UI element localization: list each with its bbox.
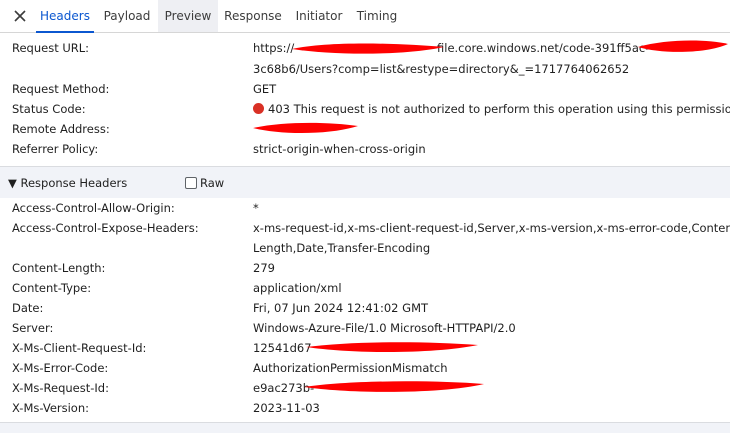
response-headers-section-bar: ▼ Response Headers Raw <box>0 166 730 198</box>
header-value-error-code: AuthorizationPermissionMismatch <box>253 361 448 375</box>
status-code-value: 403 This request is not authorized to pe… <box>253 102 730 116</box>
header-value-version: 2023-11-03 <box>253 401 320 415</box>
tab-timing[interactable]: Timing <box>352 0 402 32</box>
status-code-label: Status Code: <box>12 102 86 116</box>
header-name-aceh: Access-Control-Expose-Headers: <box>12 221 199 235</box>
redaction-mark <box>638 40 728 52</box>
referrer-policy-value: strict-origin-when-cross-origin <box>253 142 426 156</box>
header-name-server: Server: <box>12 321 54 335</box>
header-name-request-id: X-Ms-Request-Id: <box>12 381 109 395</box>
close-button[interactable] <box>10 6 30 26</box>
request-method-label: Request Method: <box>12 82 110 96</box>
request-url-value-mid: file.core.windows.net/code-391ff5ac- <box>437 41 650 55</box>
header-name-content-length: Content-Length: <box>12 261 106 275</box>
header-value-content-length: 279 <box>253 261 275 275</box>
header-name-error-code: X-Ms-Error-Code: <box>12 361 109 375</box>
header-value-aceh-line2: Length,Date,Transfer-Encoding <box>253 241 431 255</box>
status-code-text: 403 This request is not authorized to pe… <box>268 102 730 116</box>
raw-checkbox-box <box>185 177 197 189</box>
header-value-client-request-id: 12541d67 <box>253 341 312 355</box>
raw-checkbox-label: Raw <box>200 176 225 190</box>
header-value-content-type: application/xml <box>253 281 342 295</box>
header-value-date: Fri, 07 Jun 2024 12:41:02 GMT <box>253 301 429 315</box>
next-section-bar <box>0 422 730 433</box>
request-method-value: GET <box>253 82 277 96</box>
header-name-content-type: Content-Type: <box>12 281 92 295</box>
tab-headers[interactable]: Headers <box>36 0 94 33</box>
tab-preview[interactable]: Preview <box>158 0 218 32</box>
status-error-dot-icon <box>253 103 264 114</box>
details-tab-bar: Headers Payload Preview Response Initiat… <box>0 0 730 33</box>
request-url-value-line2: 3c68b6/Users?comp=list&restype=directory… <box>253 62 630 76</box>
redaction-mark <box>304 381 484 392</box>
close-icon <box>14 10 26 22</box>
redaction-mark <box>292 43 444 54</box>
header-name-version: X-Ms-Version: <box>12 401 90 415</box>
tab-initiator[interactable]: Initiator <box>290 0 348 32</box>
header-name-acao: Access-Control-Allow-Origin: <box>12 201 175 215</box>
referrer-policy-label: Referrer Policy: <box>12 142 99 156</box>
network-request-details-panel: Headers Payload Preview Response Initiat… <box>0 0 730 433</box>
header-value-acao: * <box>253 201 259 215</box>
header-name-date: Date: <box>12 301 44 315</box>
tab-response[interactable]: Response <box>220 0 286 32</box>
redaction-mark <box>253 122 358 134</box>
header-name-client-request-id: X-Ms-Client-Request-Id: <box>12 341 147 355</box>
header-value-aceh-line1: x-ms-request-id,x-ms-client-request-id,S… <box>253 221 730 235</box>
tab-payload[interactable]: Payload <box>96 0 158 32</box>
header-value-server: Windows-Azure-File/1.0 Microsoft-HTTPAPI… <box>253 321 516 335</box>
response-headers-title: ▼ Response Headers <box>8 176 128 190</box>
redaction-mark <box>306 342 478 353</box>
request-url-label: Request URL: <box>12 41 90 55</box>
remote-address-label: Remote Address: <box>12 122 110 136</box>
response-headers-toggle[interactable]: ▼ Response Headers <box>8 176 128 190</box>
